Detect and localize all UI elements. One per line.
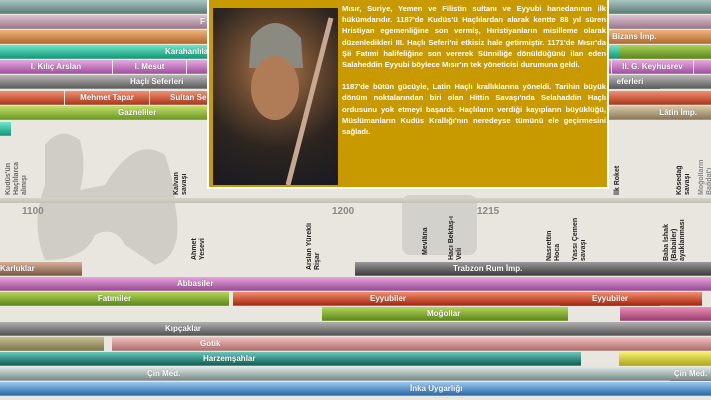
seljuk-mesut[interactable]: I. Mesut (113, 60, 186, 74)
bar-trabzon[interactable]: Trabzon Rum İmp. (355, 262, 711, 276)
popup-paragraph: 1187'de bütün gücüyle, Latin Haçlı krall… (342, 82, 606, 137)
year-label: 1200 (332, 206, 355, 217)
timeline-axis[interactable] (0, 198, 711, 203)
bar-yellow[interactable] (619, 352, 711, 366)
event-label[interactable]: Ahmet Yesevi (191, 215, 207, 260)
bar-cin-right-label: Çin Med. (670, 367, 711, 381)
bar-kipcaklar[interactable]: Kıpçaklar (0, 322, 711, 336)
bar-inka[interactable]: İnka Uygarlığı (0, 382, 711, 396)
event-label[interactable]: Kösedağ savaşı (676, 155, 692, 195)
event-label[interactable]: Nasrettin Hoca (546, 213, 562, 261)
portrait-relief (402, 195, 477, 255)
year-label: 1215 (477, 206, 500, 217)
bar-karluklar[interactable]: Karluklar (0, 262, 82, 276)
event-label[interactable]: Moğolların Bağdat'ı işgali (698, 150, 711, 195)
popup-paragraph: Mısır, Suriye, Yemen ve Filistin sultanı… (342, 4, 606, 70)
event-label[interactable]: Hacı Bektaş-ı Veli (448, 215, 464, 260)
sultan-segment[interactable] (0, 91, 64, 105)
seljuk-segment[interactable] (694, 60, 711, 74)
info-popup: Mısır, Suriye, Yemen ve Filistin sultanı… (207, 0, 609, 189)
crusades-right-label: eferleri (600, 75, 660, 89)
year-label: 1100 (22, 206, 44, 217)
bar-gotik[interactable]: Gotik (112, 337, 711, 351)
bar-cin[interactable]: Çin Med. (0, 367, 711, 381)
timeline-bar-small[interactable] (0, 122, 11, 136)
bar-pink[interactable] (620, 307, 711, 321)
event-label[interactable]: Yassı Çemen savaşı (572, 213, 588, 261)
timeline-bar-latin[interactable]: Lâtin İmp. (610, 106, 711, 120)
sultan-mehmet-tapar[interactable]: Mehmet Tapar (65, 91, 149, 105)
bar-eyyubiler-label2: Eyyubiler (560, 292, 660, 306)
popup-text: Mısır, Suriye, Yemen ve Filistin sultanı… (342, 3, 606, 148)
event-label[interactable]: Kalvan savaşı (173, 160, 189, 195)
timeline-bar-green[interactable] (620, 45, 711, 59)
event-label[interactable]: Kudüs'ün Haçlılarca alınışı (5, 150, 29, 195)
seljuk-kilic-arslan[interactable]: I. Kılıç Arslan (0, 60, 112, 74)
event-label[interactable]: Mevlâna (422, 215, 430, 255)
saladin-portrait (213, 8, 338, 186)
event-label[interactable]: Baba İshak (Babailer) ayaklanması (663, 213, 687, 261)
bar-green[interactable]: Moğollar (322, 307, 568, 321)
bar-fatimiler[interactable]: Fatımiler (0, 292, 229, 306)
event-label[interactable]: Arslan Yürekli Rişar (306, 210, 322, 270)
bar-olive[interactable] (0, 337, 104, 351)
bar-harzemsahlar[interactable]: Harzemşahlar (0, 352, 581, 366)
bar-abbasiler[interactable]: Abbasiler (0, 277, 711, 291)
event-label[interactable]: İlk Roket (614, 155, 622, 195)
seljuk-keyhusrev[interactable]: II. G. Keyhusrev (612, 60, 693, 74)
